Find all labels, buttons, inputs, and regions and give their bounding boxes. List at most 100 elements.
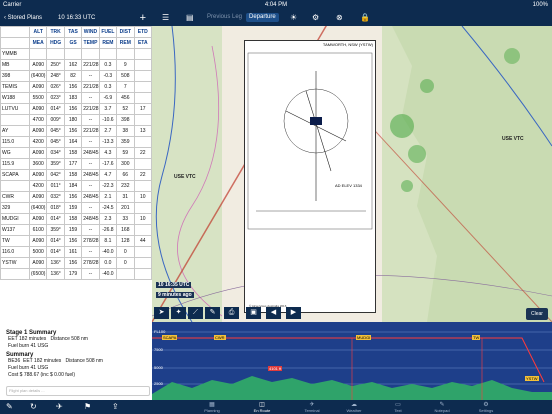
stop-icon[interactable]: ⊗ bbox=[336, 13, 343, 22]
pencil-icon[interactable]: ✎ bbox=[205, 307, 220, 319]
tab-weather[interactable]: ☁ Weather bbox=[334, 402, 374, 413]
add-icon[interactable]: + bbox=[140, 10, 146, 26]
table-row[interactable]: 115.9 3600 359° 177 -- -17.6 300 bbox=[0, 158, 153, 170]
table-row[interactable]: 115.0 4200 045° 164 -- -13.3 359 bbox=[0, 136, 153, 148]
summary-title: Summary bbox=[6, 352, 34, 358]
aircraft-time: 10 16:35 UTC bbox=[156, 282, 192, 288]
printer-icon[interactable]: ⎙ bbox=[224, 307, 239, 319]
table-row[interactable]: YSTW A090 136° 156 278/28 0.0 0 bbox=[0, 257, 153, 269]
table-row[interactable]: 116.0 5000 014° 161 -- -40.0 0 bbox=[0, 246, 153, 258]
table-row[interactable]: 398 (6400) 248° 82 -- -0.3 508 bbox=[0, 70, 153, 82]
tab-planning[interactable]: ▦ Planning bbox=[192, 402, 232, 413]
table-row[interactable]: SCAPA A090 042° 158 248/45 4.7 66 22 bbox=[0, 169, 153, 181]
flight-log-panel: ‹ Stored Plans 10 16:33 UTC + ALT TRK TAS W… bbox=[0, 10, 153, 414]
log-cell: 44 bbox=[133, 235, 153, 247]
log-cell: 014° bbox=[46, 235, 65, 247]
tab-weather-label: Weather bbox=[346, 408, 362, 413]
aircraft-icon[interactable]: ✈ bbox=[56, 402, 63, 411]
waypoint-cell: 329 bbox=[0, 202, 30, 214]
log-cell: REM bbox=[116, 37, 135, 49]
log-cell: 10 bbox=[133, 213, 153, 225]
brightness-icon[interactable]: ☀ bbox=[290, 13, 297, 22]
flag-icon[interactable]: ⚑ bbox=[84, 402, 91, 411]
table-row[interactable]: YMMB bbox=[0, 48, 153, 60]
stored-plans-button[interactable]: ‹ Stored Plans bbox=[4, 10, 42, 26]
log-cell: 5000 bbox=[28, 246, 48, 258]
image-icon[interactable]: ▣ bbox=[246, 307, 261, 319]
elevation-profile[interactable]: FL100 7500 5000 2500 SCAPA CWR MUDGI TW … bbox=[152, 322, 552, 400]
tab-en-route[interactable]: ◫ En Route bbox=[242, 402, 282, 413]
tab-terminal[interactable]: ✈ Terminal bbox=[292, 402, 332, 413]
prev-plate-icon[interactable]: ◀ bbox=[266, 307, 281, 319]
table-row[interactable]: (6500) 136° 179 -- -40.0 bbox=[0, 268, 153, 280]
layers-icon[interactable]: ▤ bbox=[186, 13, 194, 22]
table-row[interactable]: 4700 009° 180 -- -10.6 398 bbox=[0, 114, 153, 126]
log-cell: 22 bbox=[133, 169, 153, 181]
tab-text[interactable]: ▭ Text bbox=[378, 402, 418, 413]
table-row[interactable]: TEMIS A090 026° 156 221/28 0.3 7 bbox=[0, 81, 153, 93]
waypoint-cell: WG bbox=[0, 147, 30, 159]
log-cell: 5500 bbox=[28, 92, 48, 104]
table-row[interactable]: CWR A090 032° 156 248/45 2.1 31 10 bbox=[0, 191, 153, 203]
log-cell bbox=[133, 202, 153, 214]
waypoint-cell: TW bbox=[0, 235, 30, 247]
share-icon[interactable]: ⇪ bbox=[112, 402, 119, 411]
nav-arrow-icon[interactable]: ➤ bbox=[154, 307, 169, 319]
lock-icon[interactable]: 🔒 bbox=[360, 13, 370, 22]
log-cell bbox=[133, 158, 153, 170]
table-header-row[interactable]: ALT TRK TAS WIND FUEL DIST ETD bbox=[0, 26, 153, 38]
table-row[interactable]: LUTVU A090 014° 156 221/28 3.7 52 17 bbox=[0, 103, 153, 115]
log-cell: 014° bbox=[46, 213, 65, 225]
tab-en-route-label: En Route bbox=[253, 408, 271, 413]
log-cell: TEMP bbox=[81, 37, 100, 49]
wp-cwr[interactable]: CWR bbox=[214, 335, 226, 340]
table-row[interactable]: MB A090 250° 162 221/28 0.3 9 bbox=[0, 59, 153, 71]
departure-button[interactable]: Departure bbox=[246, 13, 279, 22]
flight-notes-input[interactable]: Flight plan details ... bbox=[6, 386, 150, 396]
approach-plate[interactable]: TAMWORTH, NSW (YSTW) AD ELEV 1334 © Airs… bbox=[244, 40, 376, 313]
list-icon[interactable]: ☰ bbox=[162, 13, 169, 22]
compass-icon[interactable]: ✦ bbox=[171, 307, 186, 319]
table-header-row-2[interactable]: MEA HDG GS TEMP REM REM ETA bbox=[0, 37, 153, 49]
log-cell: 4200 bbox=[28, 180, 48, 192]
table-row[interactable]: 329 (6400) 018° 159 -- -24.5 201 bbox=[0, 202, 153, 214]
summary-row: BE36 EET 182 minutes Distance 508 nm bbox=[0, 358, 152, 365]
table-row[interactable]: W188 5500 023° 183 -- -6.9 456 bbox=[0, 92, 153, 104]
settings-icon[interactable]: ⚙ bbox=[312, 13, 319, 22]
map-area: ☰ ▤ Previous Leg Departure ☀ ⚙ ⊗ 🔒 TAMWO… bbox=[152, 10, 552, 414]
wp-scapa[interactable]: SCAPA bbox=[162, 335, 178, 340]
waypoint-cell: LUTVU bbox=[0, 103, 30, 115]
plate-title: TAMWORTH, NSW (YSTW) bbox=[322, 42, 373, 47]
table-row[interactable]: WG A090 034° 158 248/45 4.3 59 22 bbox=[0, 147, 153, 159]
edit-icon[interactable]: ✎ bbox=[6, 402, 13, 411]
wp-tw[interactable]: TW bbox=[472, 335, 481, 340]
waypoint-cell: MUDGI bbox=[0, 213, 30, 225]
log-cell: 183 bbox=[63, 92, 83, 104]
ruler-icon[interactable]: ⟋ bbox=[188, 307, 203, 319]
table-row[interactable]: AY A090 045° 156 221/28 2.7 38 13 bbox=[0, 125, 153, 137]
clear-button[interactable]: Clear bbox=[526, 308, 548, 320]
table-row[interactable]: 4200 011° 184 -- -22.3 232 bbox=[0, 180, 153, 192]
aircraft-type: BE36 bbox=[8, 358, 21, 364]
previous-leg-button[interactable]: Previous Leg bbox=[204, 13, 245, 22]
log-cell: DIST bbox=[116, 26, 135, 38]
table-row[interactable]: TW A090 014° 156 278/28 8.1 128 44 bbox=[0, 235, 153, 247]
table-row[interactable]: MUDGI A090 014° 158 248/45 2.3 33 10 bbox=[0, 213, 153, 225]
log-cell: 300 bbox=[116, 158, 135, 170]
tab-notepad[interactable]: ✎ Notepad bbox=[422, 402, 462, 413]
tab-planning-label: Planning bbox=[204, 408, 220, 413]
next-plate-icon[interactable]: ▶ bbox=[286, 307, 301, 319]
refresh-icon[interactable]: ↻ bbox=[30, 402, 37, 411]
log-cell: 3600 bbox=[28, 158, 48, 170]
wp-mudgi[interactable]: MUDGI bbox=[356, 335, 372, 340]
waypoint-cell: 116.0 bbox=[0, 246, 30, 258]
chart-map[interactable]: TAMWORTH, NSW (YSTW) AD ELEV 1334 © Airs… bbox=[152, 26, 552, 322]
table-row[interactable]: W137 6100 359° 159 -- -26.8 168 bbox=[0, 224, 153, 236]
log-cell: GS bbox=[63, 37, 83, 49]
tab-settings[interactable]: ⚙ Settings bbox=[466, 402, 506, 413]
log-cell: -22.3 bbox=[98, 180, 118, 192]
log-cell: 278/28 bbox=[81, 235, 100, 247]
log-cell: A090 bbox=[28, 235, 48, 247]
settings-tab-icon: ⚙ bbox=[483, 402, 489, 408]
log-cell: WIND bbox=[81, 26, 100, 38]
